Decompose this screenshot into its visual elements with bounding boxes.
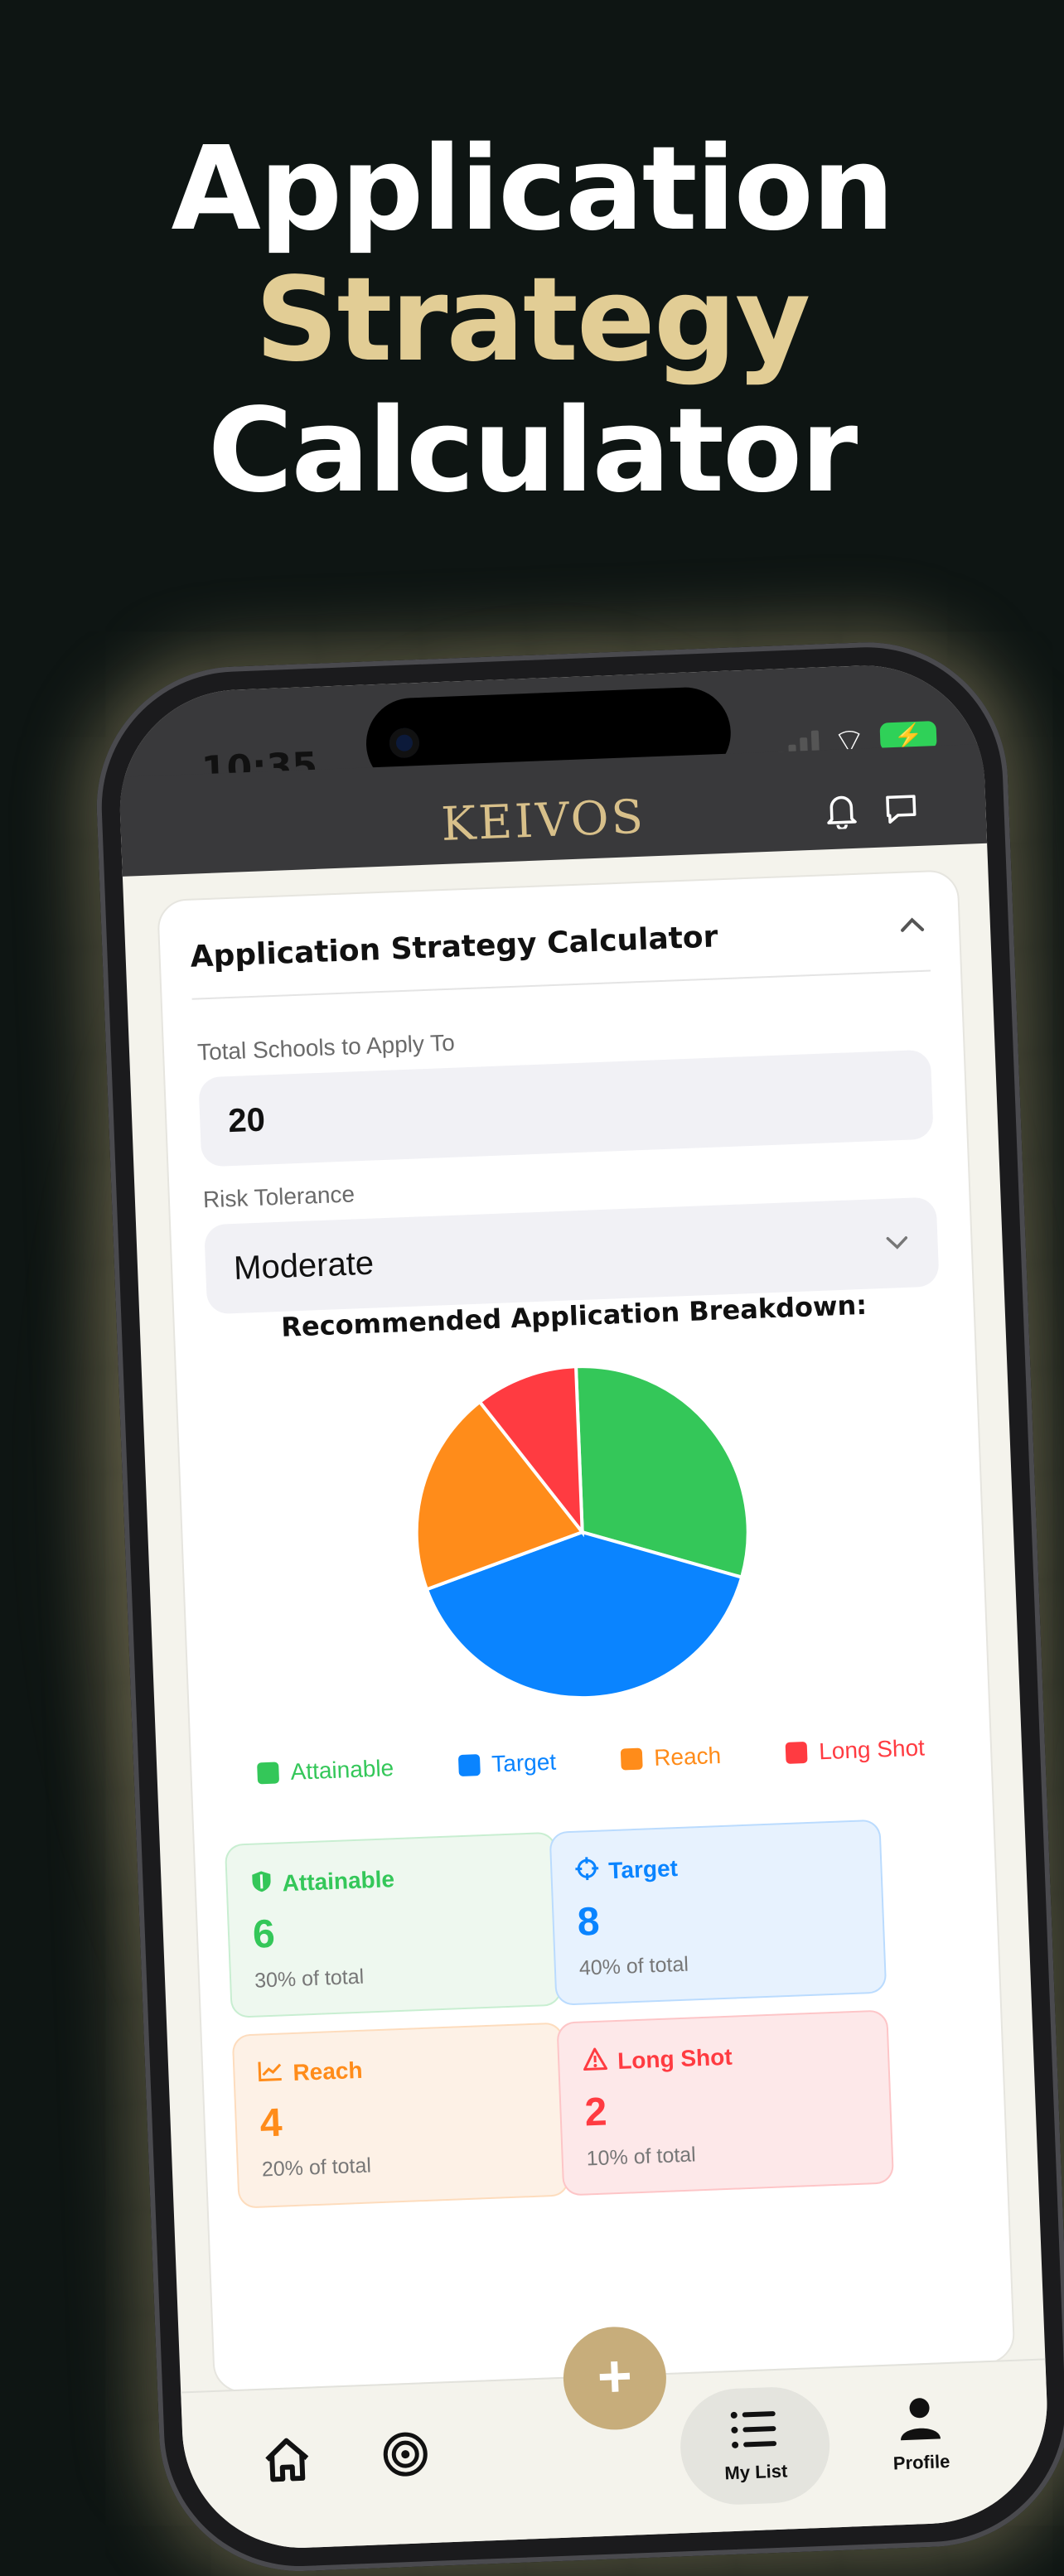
- headline-line-3: Calculator: [207, 384, 858, 519]
- legend-swatch: [257, 1762, 280, 1785]
- warning-icon: [583, 2047, 608, 2076]
- stat-title: Attainable: [250, 1859, 533, 1899]
- legend-label: Long Shot: [818, 1734, 926, 1765]
- stat-card-reach: Reach 4 20% of total: [231, 2022, 570, 2209]
- stat-card-long-shot: Long Shot 2 10% of total: [556, 2009, 895, 2197]
- stat-title: Reach: [258, 2050, 540, 2088]
- camera-icon: [389, 727, 420, 759]
- legend-item-long-shot: Long Shot: [785, 1734, 926, 1766]
- legend-item-target: Target: [457, 1748, 557, 1779]
- person-icon: [878, 2393, 963, 2453]
- trend-up-icon: [258, 2060, 283, 2088]
- stat-percent: 40% of total: [578, 1952, 689, 1980]
- tab-profile[interactable]: Profile: [878, 2393, 964, 2475]
- tab-profile-label: Profile: [892, 2450, 950, 2474]
- total-schools-input[interactable]: 20: [198, 1049, 934, 1167]
- stat-percent: 30% of total: [254, 1965, 365, 1993]
- stat-percent: 20% of total: [261, 2153, 372, 2182]
- phone-mockup: 10:35 ⌔ ⚡ KEIVOS Application Strategy Ca…: [91, 636, 1064, 2576]
- stat-count: 6: [252, 1911, 276, 1957]
- stat-count: 8: [576, 1899, 601, 1945]
- chart-legend: Attainable Target Reach Long Shot: [225, 1733, 958, 1788]
- divider: [191, 969, 931, 1000]
- stat-card-attainable: Attainable 6 30% of total: [224, 1831, 563, 2018]
- legend-item-attainable: Attainable: [257, 1755, 394, 1786]
- stat-count: 2: [583, 2090, 608, 2135]
- stat-title-label: Target: [607, 1854, 679, 1883]
- card-title: Application Strategy Calculator: [189, 920, 719, 974]
- headline-line-2: Strategy: [254, 253, 811, 388]
- calculator-card: Application Strategy Calculator Total Sc…: [157, 869, 1016, 2394]
- stat-title: Long Shot: [583, 2037, 865, 2077]
- stat-card-target: Target 8 40% of total: [549, 1819, 887, 2006]
- collapse-chevron-icon[interactable]: [898, 906, 926, 941]
- total-schools-value: 20: [227, 1101, 266, 1140]
- tab-my-list[interactable]: My List: [708, 2406, 801, 2485]
- legend-item-reach: Reach: [620, 1742, 722, 1773]
- legend-swatch: [785, 1741, 808, 1764]
- headline-line-1: Application: [171, 122, 895, 257]
- risk-tolerance-value: Moderate: [233, 1245, 375, 1288]
- app-logo: KEIVOS: [440, 790, 647, 853]
- legend-label: Reach: [653, 1742, 722, 1771]
- risk-tolerance-label: Risk Tolerance: [202, 1181, 355, 1213]
- headline: Application Strategy Calculator: [0, 124, 1064, 517]
- content-area: Application Strategy Calculator Total Sc…: [123, 843, 1044, 2394]
- stat-title-label: Attainable: [282, 1865, 395, 1896]
- home-icon: [261, 2435, 313, 2494]
- target-icon: [381, 2430, 430, 2489]
- total-schools-label: Total Schools to Apply To: [196, 1029, 456, 1066]
- plus-icon: +: [596, 2342, 634, 2411]
- legend-label: Target: [491, 1748, 557, 1777]
- legend-swatch: [457, 1754, 481, 1777]
- legend-label: Attainable: [290, 1755, 394, 1785]
- stat-title: Target: [575, 1847, 858, 1887]
- chat-icon[interactable]: [883, 790, 921, 836]
- phone-screen: 10:35 ⌔ ⚡ KEIVOS Application Strategy Ca…: [115, 660, 1052, 2553]
- tab-home[interactable]: [261, 2435, 313, 2494]
- phone-frame: 10:35 ⌔ ⚡ KEIVOS Application Strategy Ca…: [91, 636, 1064, 2576]
- stat-title-label: Long Shot: [617, 2043, 733, 2074]
- shield-icon: [250, 1869, 273, 1899]
- legend-swatch: [620, 1747, 643, 1771]
- stats-grid: Attainable 6 30% of total Target 8 40% o…: [158, 871, 956, 2209]
- stat-percent: 10% of total: [586, 2143, 697, 2171]
- pie-chart: [414, 1365, 750, 1700]
- crosshair-icon: [575, 1857, 599, 1887]
- stat-title-label: Reach: [292, 2056, 364, 2085]
- tab-bar: + My List Profile: [181, 2325, 1052, 2553]
- list-icon: [708, 2406, 800, 2463]
- tab-my-list-label: My List: [724, 2460, 788, 2484]
- stat-count: 4: [259, 2100, 283, 2146]
- tab-target[interactable]: [381, 2430, 430, 2489]
- bell-icon[interactable]: [825, 792, 859, 838]
